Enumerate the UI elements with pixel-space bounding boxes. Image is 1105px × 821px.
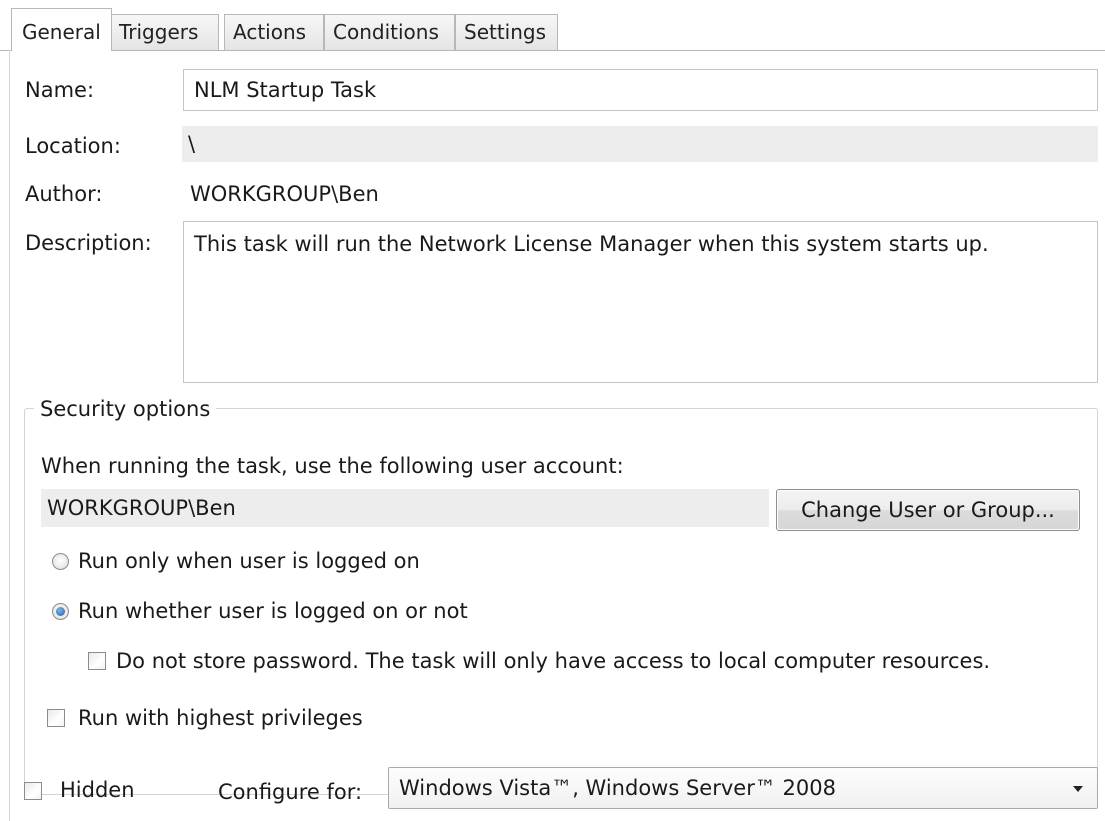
name-label: Name: — [25, 78, 95, 102]
hidden-label: Hidden — [60, 778, 135, 802]
radio-selected-dot-icon — [56, 607, 65, 616]
run-highest-privileges-checkbox[interactable] — [47, 709, 65, 727]
run-only-logged-on-label: Run only when user is logged on — [78, 549, 420, 573]
tab-conditions[interactable]: Conditions — [324, 14, 455, 50]
name-input[interactable]: NLM Startup Task — [183, 69, 1098, 111]
tab-settings[interactable]: Settings — [455, 14, 558, 50]
tab-divider — [0, 50, 1105, 51]
dropdown-arrow-icon[interactable] — [1073, 786, 1083, 792]
do-not-store-password-checkbox[interactable] — [88, 652, 106, 670]
tab-bar: Triggers Actions Conditions Settings Gen… — [0, 0, 1105, 51]
panel-left-border — [9, 50, 10, 821]
tab-general[interactable]: General — [11, 8, 112, 51]
description-input[interactable]: This task will run the Network License M… — [183, 221, 1098, 383]
tab-actions[interactable]: Actions — [224, 14, 324, 50]
location-label: Location: — [25, 134, 121, 158]
do-not-store-password-label: Do not store password. The task will onl… — [116, 649, 991, 673]
configure-for-label: Configure for: — [218, 780, 363, 804]
run-highest-privileges-label: Run with highest privileges — [78, 706, 363, 730]
author-value: WORKGROUP\Ben — [190, 182, 379, 206]
configure-for-select[interactable]: Windows Vista™, Windows Server™ 2008 — [388, 767, 1098, 809]
configure-for-value: Windows Vista™, Windows Server™ 2008 — [399, 776, 836, 800]
run-whether-logged-on-label: Run whether user is logged on or not — [78, 599, 468, 623]
run-only-logged-on-radio[interactable] — [52, 553, 69, 570]
user-account-value: WORKGROUP\Ben — [41, 489, 769, 527]
tab-triggers[interactable]: Triggers — [110, 14, 219, 50]
location-value: \ — [182, 126, 1098, 162]
change-user-or-group-button[interactable]: Change User or Group... — [776, 489, 1080, 531]
author-label: Author: — [25, 182, 103, 206]
account-prompt: When running the task, use the following… — [41, 454, 624, 478]
hidden-checkbox[interactable] — [24, 782, 42, 800]
description-label: Description: — [25, 231, 152, 255]
security-options-title: Security options — [34, 395, 217, 423]
run-whether-logged-on-radio[interactable] — [52, 603, 69, 620]
